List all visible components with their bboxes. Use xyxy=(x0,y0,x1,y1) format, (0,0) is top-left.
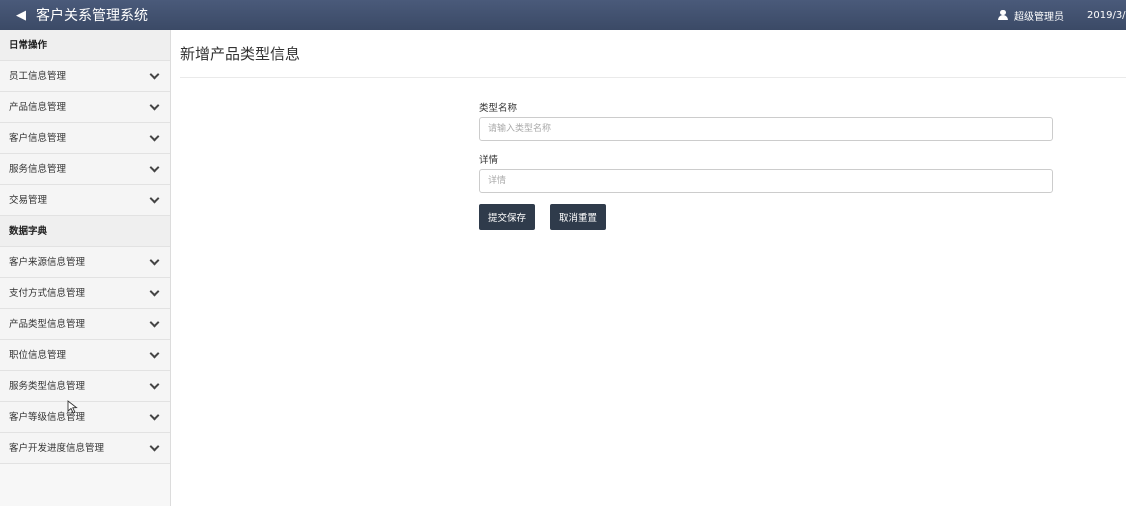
sidebar-section-label: 数据字典 xyxy=(9,226,48,237)
title-divider xyxy=(180,77,1126,78)
send-icon: ◀ xyxy=(16,7,26,23)
user-name: 超级管理员 xyxy=(1014,11,1064,23)
chevron-down-icon xyxy=(150,165,158,173)
submit-button[interactable]: 提交保存 xyxy=(479,204,536,230)
sidebar-item-customer-source[interactable]: 客户来源信息管理 xyxy=(0,247,170,278)
current-date: 2019/3/3 xyxy=(1087,9,1126,21)
sidebar-item-label: 职位信息管理 xyxy=(9,350,67,361)
sidebar: 日常操作 员工信息管理 产品信息管理 客户信息管理 服务信息管理 交易管理 数据… xyxy=(0,30,171,506)
type-name-input[interactable] xyxy=(479,117,1053,141)
sidebar-item-label: 服务类型信息管理 xyxy=(9,381,86,392)
sidebar-item-label: 员工信息管理 xyxy=(9,71,67,82)
sidebar-item-label: 客户来源信息管理 xyxy=(9,257,86,268)
sidebar-item-payment[interactable]: 支付方式信息管理 xyxy=(0,278,170,309)
chevron-down-icon xyxy=(150,382,158,390)
sidebar-item-service[interactable]: 服务信息管理 xyxy=(0,154,170,185)
sidebar-item-dev-progress[interactable]: 客户开发进度信息管理 xyxy=(0,433,170,464)
top-navbar: ◀ 客户关系管理系统 超级管理员 2019/3/3 xyxy=(0,0,1126,30)
chevron-down-icon xyxy=(150,444,158,452)
type-name-label: 类型名称 xyxy=(479,103,518,114)
user-icon xyxy=(998,10,1008,20)
chevron-down-icon xyxy=(150,413,158,421)
sidebar-item-employee[interactable]: 员工信息管理 xyxy=(0,61,170,92)
detail-input[interactable] xyxy=(479,169,1053,193)
chevron-down-icon xyxy=(150,320,158,328)
app-title: 客户关系管理系统 xyxy=(36,8,148,24)
chevron-down-icon xyxy=(150,289,158,297)
sidebar-item-label: 产品信息管理 xyxy=(9,102,67,113)
sidebar-item-customer[interactable]: 客户信息管理 xyxy=(0,123,170,154)
mouse-cursor-icon xyxy=(67,400,78,414)
chevron-down-icon xyxy=(150,103,158,111)
page-title: 新增产品类型信息 xyxy=(180,45,301,63)
chevron-down-icon xyxy=(150,134,158,142)
sidebar-item-label: 交易管理 xyxy=(9,195,48,206)
sidebar-section-label: 日常操作 xyxy=(9,40,48,51)
main-content: 新增产品类型信息 类型名称 详情 提交保存 取消重置 xyxy=(171,30,1126,506)
sidebar-item-label: 客户开发进度信息管理 xyxy=(9,443,105,454)
user-menu[interactable]: 超级管理员 xyxy=(998,0,1064,30)
sidebar-item-position[interactable]: 职位信息管理 xyxy=(0,340,170,371)
chevron-down-icon xyxy=(150,351,158,359)
detail-label: 详情 xyxy=(479,155,499,166)
chevron-down-icon xyxy=(150,196,158,204)
sidebar-item-product-type[interactable]: 产品类型信息管理 xyxy=(0,309,170,340)
sidebar-item-label: 产品类型信息管理 xyxy=(9,319,86,330)
sidebar-section-daily: 日常操作 xyxy=(0,30,170,61)
app-brand[interactable]: ◀ 客户关系管理系统 xyxy=(16,0,148,30)
chevron-down-icon xyxy=(150,258,158,266)
sidebar-item-label: 支付方式信息管理 xyxy=(9,288,86,299)
chevron-down-icon xyxy=(150,72,158,80)
sidebar-item-customer-level[interactable]: 客户等级信息管理 xyxy=(0,402,170,433)
sidebar-section-dictionary: 数据字典 xyxy=(0,216,170,247)
sidebar-item-service-type[interactable]: 服务类型信息管理 xyxy=(0,371,170,402)
sidebar-item-trade[interactable]: 交易管理 xyxy=(0,185,170,216)
reset-button[interactable]: 取消重置 xyxy=(550,204,607,230)
sidebar-item-label: 客户信息管理 xyxy=(9,133,67,144)
sidebar-item-product[interactable]: 产品信息管理 xyxy=(0,92,170,123)
sidebar-item-label: 服务信息管理 xyxy=(9,164,67,175)
